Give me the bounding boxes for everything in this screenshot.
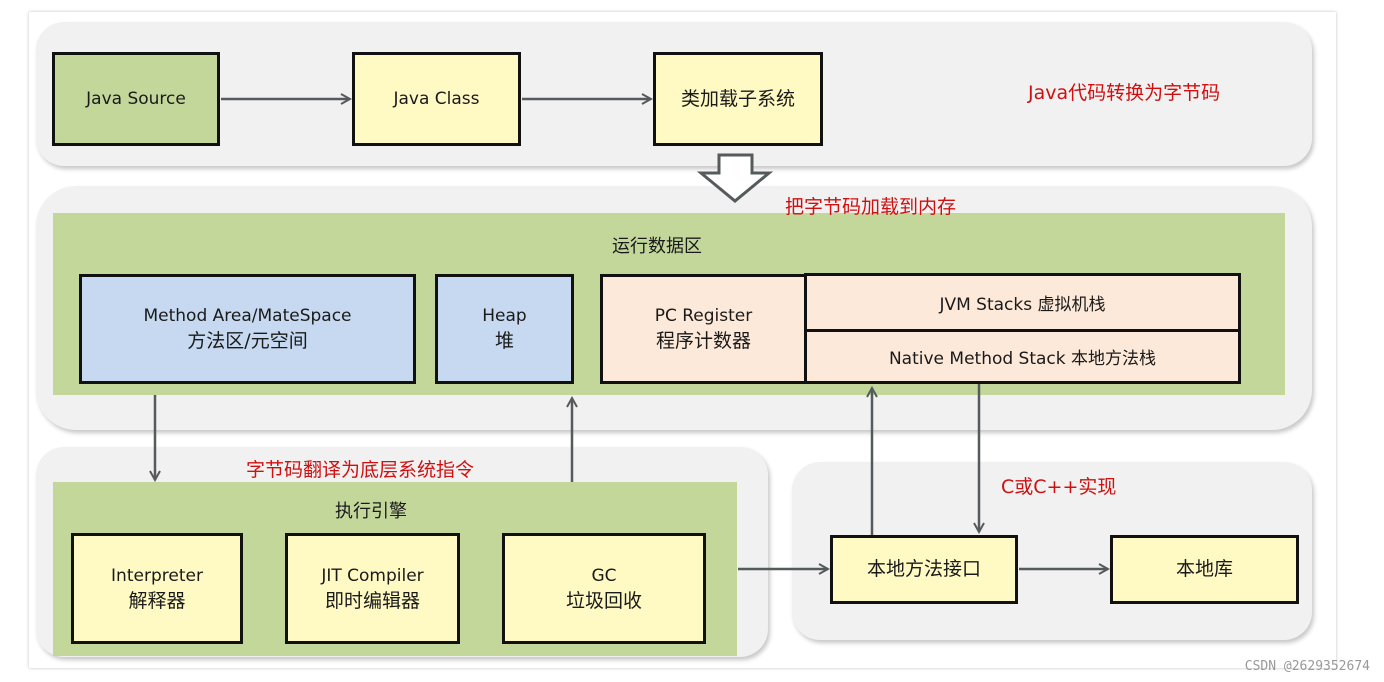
hollow-down-arrow-icon — [696, 153, 774, 203]
connectors — [0, 0, 1384, 682]
watermark: CSDN @2629352674 — [1244, 659, 1370, 674]
